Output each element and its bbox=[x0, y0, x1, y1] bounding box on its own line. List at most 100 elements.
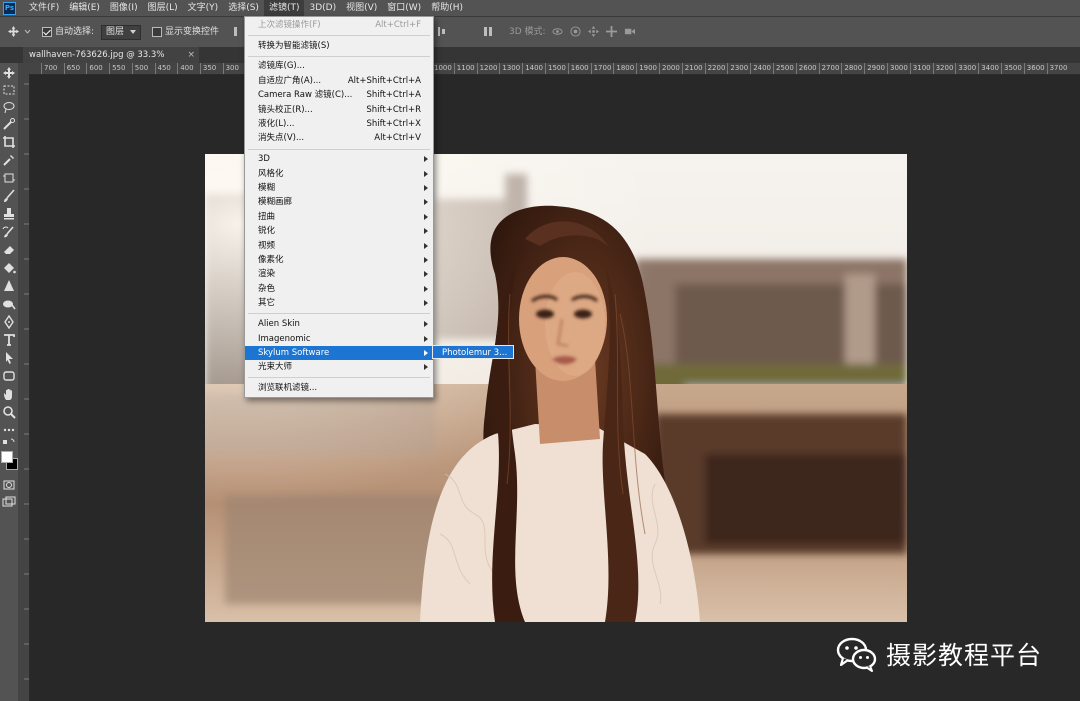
filter-menu-dropdown: 上次滤镜操作(F) Alt+Ctrl+F 转换为智能滤镜(S) 滤镜库(G)...… bbox=[244, 16, 434, 398]
menu-item-blur[interactable]: 模糊 bbox=[245, 181, 433, 195]
submenu-arrow-icon bbox=[424, 156, 428, 162]
zoom-tool-icon[interactable] bbox=[2, 405, 16, 419]
auto-select-control[interactable]: 自动选择: bbox=[42, 17, 94, 47]
menu-item-render[interactable]: 渲染 bbox=[245, 267, 433, 281]
tools-panel bbox=[0, 63, 19, 701]
menu-item-label: Imagenomic bbox=[258, 334, 311, 344]
path-selection-tool-icon[interactable] bbox=[2, 351, 16, 365]
menu-item-alien-skin[interactable]: Alien Skin bbox=[245, 317, 433, 331]
menu-3d[interactable]: 3D(D) bbox=[304, 0, 341, 16]
rectangle-tool-icon[interactable] bbox=[2, 369, 16, 383]
menu-item-label: Skylum Software bbox=[258, 348, 330, 358]
move-tool-icon[interactable] bbox=[8, 26, 19, 37]
distribute-icon[interactable] bbox=[437, 26, 447, 37]
menu-item-pixelate[interactable]: 像素化 bbox=[245, 253, 433, 267]
submenu-arrow-icon bbox=[424, 171, 428, 177]
3d-roll-icon[interactable] bbox=[570, 26, 581, 37]
menu-item-beam-master[interactable]: 光束大师 bbox=[245, 360, 433, 374]
menu-image[interactable]: 图像(I) bbox=[105, 0, 143, 16]
menu-item-sharpen[interactable]: 锐化 bbox=[245, 224, 433, 238]
screen-mode-icon[interactable] bbox=[2, 495, 16, 509]
dodge-tool-icon[interactable] bbox=[2, 297, 16, 311]
paint-bucket-tool-icon[interactable] bbox=[2, 261, 16, 275]
menu-edit[interactable]: 编辑(E) bbox=[64, 0, 105, 16]
menu-item-label: 风格化 bbox=[258, 169, 284, 179]
menu-item-camera-raw[interactable]: Camera Raw 滤镜(C)... Shift+Ctrl+A bbox=[245, 88, 433, 102]
ruler-label: 3700 bbox=[1046, 63, 1067, 74]
3d-orbit-icon[interactable] bbox=[552, 26, 563, 37]
auto-select-target-dropdown[interactable]: 图层 bbox=[101, 25, 142, 40]
3d-slide-icon[interactable] bbox=[606, 26, 617, 37]
swap-colors-icon[interactable] bbox=[2, 437, 16, 447]
distribute-spacing-icon[interactable] bbox=[484, 26, 493, 37]
eraser-tool-icon[interactable] bbox=[2, 243, 16, 257]
ruler-label: 2900 bbox=[864, 63, 885, 74]
watermark-text: 摄影教程平台 bbox=[886, 641, 1043, 670]
menu-item-last-filter[interactable]: 上次滤镜操作(F) Alt+Ctrl+F bbox=[245, 18, 433, 32]
submenu-arrow-icon bbox=[424, 350, 428, 356]
eyedropper-tool-icon[interactable] bbox=[2, 153, 16, 167]
menu-item-liquify[interactable]: 液化(L)... Shift+Ctrl+X bbox=[245, 117, 433, 131]
quick-selection-tool-icon[interactable] bbox=[2, 117, 16, 131]
menu-help[interactable]: 帮助(H) bbox=[426, 0, 468, 16]
menu-item-noise[interactable]: 杂色 bbox=[245, 282, 433, 296]
menu-item-skylum-software[interactable]: Skylum Software bbox=[245, 346, 433, 360]
marquee-tool-icon[interactable] bbox=[2, 83, 16, 97]
menu-item-shortcut: Alt+Ctrl+F bbox=[375, 20, 421, 30]
menu-item-other[interactable]: 其它 bbox=[245, 296, 433, 310]
menu-item-shortcut: Alt+Shift+Ctrl+A bbox=[347, 76, 421, 86]
menu-view[interactable]: 视图(V) bbox=[341, 0, 382, 16]
menu-item-label: 自适应广角(A)... bbox=[258, 76, 322, 86]
menu-item-stylize[interactable]: 风格化 bbox=[245, 167, 433, 181]
menu-item-browse-online-filters[interactable]: 浏览联机滤镜... bbox=[245, 381, 433, 395]
menu-item-blur-gallery[interactable]: 模糊画廊 bbox=[245, 195, 433, 209]
3d-pan-icon[interactable] bbox=[588, 26, 599, 37]
submenu-arrow-icon bbox=[424, 300, 428, 306]
chevron-down-icon[interactable] bbox=[24, 26, 31, 37]
menu-type[interactable]: 文字(Y) bbox=[183, 0, 224, 16]
menu-item-distort[interactable]: 扭曲 bbox=[245, 210, 433, 224]
quick-mask-icon[interactable] bbox=[2, 478, 16, 492]
submenu-arrow-icon bbox=[424, 185, 428, 191]
more-tools-icon[interactable] bbox=[2, 423, 16, 437]
menu-item-lens-correction[interactable]: 镜头校正(R)... Shift+Ctrl+R bbox=[245, 103, 433, 117]
menu-item-3d[interactable]: 3D bbox=[245, 152, 433, 166]
show-transform-checkbox[interactable] bbox=[152, 26, 162, 37]
menu-window[interactable]: 窗口(W) bbox=[382, 0, 426, 16]
ruler-label: 2700 bbox=[818, 63, 839, 74]
frame-tool-icon[interactable] bbox=[2, 171, 16, 185]
menu-item-adaptive-wide-angle[interactable]: 自适应广角(A)... Alt+Shift+Ctrl+A bbox=[245, 74, 433, 88]
document-tab[interactable]: wallhaven-763626.jpg @ 33.3%(RGB/8#) × bbox=[23, 47, 199, 76]
clone-stamp-tool-icon[interactable] bbox=[2, 207, 16, 221]
menu-item-filter-gallery[interactable]: 滤镜库(G)... bbox=[245, 59, 433, 73]
3d-mode-label: 3D 模式: bbox=[509, 27, 546, 37]
type-tool-icon[interactable] bbox=[2, 333, 16, 347]
show-transform-control[interactable]: 显示变换控件 bbox=[152, 17, 219, 47]
menu-item-label: 转换为智能滤镜(S) bbox=[258, 41, 330, 51]
menu-item-imagenomic[interactable]: Imagenomic bbox=[245, 332, 433, 346]
menu-item-vanishing-point[interactable]: 消失点(V)... Alt+Ctrl+V bbox=[245, 131, 433, 145]
history-brush-tool-icon[interactable] bbox=[2, 225, 16, 239]
menu-filter[interactable]: 滤镜(T) bbox=[263, 0, 305, 16]
menu-layer[interactable]: 图层(L) bbox=[143, 0, 183, 16]
blur-tool-icon[interactable] bbox=[2, 279, 16, 293]
menu-file[interactable]: 文件(F) bbox=[24, 0, 64, 16]
foreground-color-swatch[interactable] bbox=[1, 451, 13, 463]
menu-select[interactable]: 选择(S) bbox=[223, 0, 264, 16]
3d-scale-icon[interactable] bbox=[624, 26, 635, 37]
auto-select-checkbox[interactable] bbox=[42, 26, 52, 37]
menu-item-label: 扭曲 bbox=[258, 212, 276, 222]
brush-tool-icon[interactable] bbox=[2, 189, 16, 203]
lasso-tool-icon[interactable] bbox=[2, 100, 16, 114]
submenu-arrow-icon bbox=[424, 336, 428, 342]
menu-item-video[interactable]: 视频 bbox=[245, 239, 433, 253]
move-tool-icon[interactable] bbox=[2, 66, 16, 80]
pen-tool-icon[interactable] bbox=[2, 315, 16, 329]
align-icon[interactable] bbox=[233, 26, 239, 37]
crop-tool-icon[interactable] bbox=[2, 135, 16, 149]
close-icon[interactable]: × bbox=[187, 47, 195, 63]
ruler-label: 1000 bbox=[431, 63, 452, 74]
hand-tool-icon[interactable] bbox=[2, 387, 16, 401]
submenu-item-photolemur[interactable]: Photolemur 3... bbox=[432, 345, 514, 359]
menu-item-convert-smart-filter[interactable]: 转换为智能滤镜(S) bbox=[245, 39, 433, 53]
